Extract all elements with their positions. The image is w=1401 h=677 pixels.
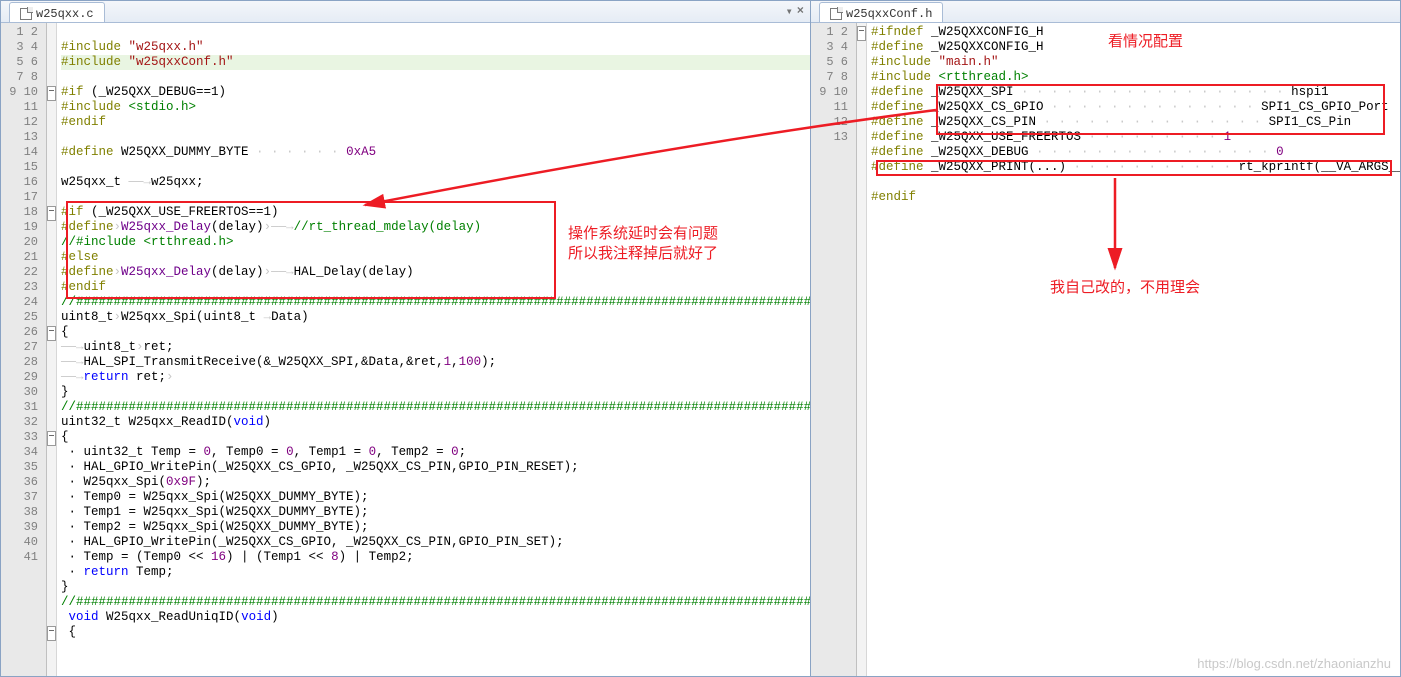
- code-line[interactable]: #include <rtthread.h>: [871, 70, 1400, 85]
- code-line[interactable]: ——→HAL_SPI_TransmitReceive(&_W25QXX_SPI,…: [61, 355, 810, 370]
- code-line[interactable]: #define _W25QXX_CS_PIN · · · · · · · · ·…: [871, 115, 1400, 130]
- editor-right[interactable]: 1 2 3 4 5 6 7 8 9 10 11 12 13 #ifndef _W…: [811, 23, 1400, 676]
- editor-pane-left: w25qxx.c ▾ × 1 2 3 4 5 6 7 8 9 10 11 12 …: [1, 1, 811, 676]
- code-line[interactable]: [871, 175, 1400, 190]
- code-line[interactable]: //######################################…: [61, 295, 810, 310]
- code-line[interactable]: #include "w25qxx.h": [61, 40, 810, 55]
- watermark: https://blog.csdn.net/zhaonianzhu: [1197, 656, 1391, 671]
- code-line[interactable]: ——→return ret;›: [61, 370, 810, 385]
- code-line[interactable]: //#include <rtthread.h>: [61, 235, 810, 250]
- code-line[interactable]: {: [61, 430, 810, 445]
- fold-column[interactable]: [47, 23, 57, 676]
- code-line[interactable]: void W25qxx_ReadUniqID(void): [61, 610, 810, 625]
- code-line[interactable]: #include <stdio.h>: [61, 100, 810, 115]
- code-line[interactable]: #else: [61, 250, 810, 265]
- code-line[interactable]: #define›W25qxx_Delay(delay)›——→HAL_Delay…: [61, 265, 810, 280]
- code-line[interactable]: · W25qxx_Spi(0x9F);: [61, 475, 810, 490]
- editor-left[interactable]: 1 2 3 4 5 6 7 8 9 10 11 12 13 14 15 16 1…: [1, 23, 810, 676]
- code-line[interactable]: · HAL_GPIO_WritePin(_W25QXX_CS_GPIO, _W2…: [61, 460, 810, 475]
- tab-w25qxx-c[interactable]: w25qxx.c: [9, 2, 105, 22]
- code-line[interactable]: {: [61, 625, 810, 640]
- code-line[interactable]: #endif: [61, 115, 810, 130]
- code-line[interactable]: #define _W25QXX_CS_GPIO · · · · · · · · …: [871, 100, 1400, 115]
- code-area[interactable]: #include "w25qxx.h"#include "w25qxxConf.…: [57, 23, 810, 676]
- tab-w25qxxconf-h[interactable]: w25qxxConf.h: [819, 2, 943, 22]
- code-line[interactable]: [61, 130, 810, 145]
- code-line[interactable]: uint8_t›W25qxx_Spi(uint8_t →Data): [61, 310, 810, 325]
- file-icon: [20, 8, 32, 20]
- tab-controls: ▾ ×: [786, 4, 804, 19]
- code-line[interactable]: #define _W25QXX_SPI · · · · · · · · · · …: [871, 85, 1400, 100]
- code-line[interactable]: · Temp2 = W25qxx_Spi(W25QXX_DUMMY_BYTE);: [61, 520, 810, 535]
- code-line[interactable]: }: [61, 580, 810, 595]
- code-line[interactable]: #endif: [871, 190, 1400, 205]
- code-line[interactable]: · HAL_GPIO_WritePin(_W25QXX_CS_GPIO, _W2…: [61, 535, 810, 550]
- tabbar-left: w25qxx.c ▾ ×: [1, 1, 810, 23]
- line-gutter: 1 2 3 4 5 6 7 8 9 10 11 12 13: [811, 23, 857, 676]
- code-line[interactable]: {: [61, 325, 810, 340]
- code-line[interactable]: · return Temp;: [61, 565, 810, 580]
- code-line[interactable]: · Temp = (Temp0 << 16) | (Temp1 << 8) | …: [61, 550, 810, 565]
- code-line[interactable]: uint32_t W25qxx_ReadID(void): [61, 415, 810, 430]
- code-line[interactable]: #define _W25QXXCONFIG_H: [871, 40, 1400, 55]
- code-line[interactable]: · uint32_t Temp = 0, Temp0 = 0, Temp1 = …: [61, 445, 810, 460]
- code-line[interactable]: #include "w25qxxConf.h": [61, 55, 810, 70]
- code-line[interactable]: //######################################…: [61, 400, 810, 415]
- line-gutter: 1 2 3 4 5 6 7 8 9 10 11 12 13 14 15 16 1…: [1, 23, 47, 676]
- code-line[interactable]: #if (_W25QXX_DEBUG==1): [61, 85, 810, 100]
- code-line[interactable]: //######################################…: [61, 595, 810, 610]
- code-line[interactable]: w25qxx_t ——→w25qxx;: [61, 175, 810, 190]
- code-line[interactable]: #ifndef _W25QXXCONFIG_H: [871, 25, 1400, 40]
- code-line[interactable]: [61, 190, 810, 205]
- code-line[interactable]: [61, 25, 810, 40]
- code-line[interactable]: · Temp1 = W25qxx_Spi(W25QXX_DUMMY_BYTE);: [61, 505, 810, 520]
- code-line[interactable]: #define _W25QXX_DEBUG · · · · · · · · · …: [871, 145, 1400, 160]
- code-line[interactable]: #if (_W25QXX_USE_FREERTOS==1): [61, 205, 810, 220]
- code-line[interactable]: [61, 160, 810, 175]
- code-line[interactable]: }: [61, 385, 810, 400]
- code-line[interactable]: [871, 205, 1400, 220]
- tabbar-right: w25qxxConf.h: [811, 1, 1400, 23]
- tab-label: w25qxx.c: [36, 7, 94, 21]
- code-line[interactable]: #include "main.h": [871, 55, 1400, 70]
- code-line[interactable]: #define W25QXX_DUMMY_BYTE · · · · · · 0x…: [61, 145, 810, 160]
- close-icon[interactable]: ×: [797, 4, 804, 19]
- tab-dropdown-icon[interactable]: ▾: [786, 4, 793, 19]
- file-icon: [830, 8, 842, 20]
- code-line[interactable]: #define _W25QXX_USE_FREERTOS · · · · · ·…: [871, 130, 1400, 145]
- code-line[interactable]: · Temp0 = W25qxx_Spi(W25QXX_DUMMY_BYTE);: [61, 490, 810, 505]
- code-line[interactable]: ——→uint8_t›ret;: [61, 340, 810, 355]
- tab-label: w25qxxConf.h: [846, 7, 932, 21]
- code-line[interactable]: [61, 70, 810, 85]
- code-area[interactable]: #ifndef _W25QXXCONFIG_H#define _W25QXXCO…: [867, 23, 1400, 676]
- code-line[interactable]: #define _W25QXX_PRINT(...) · · · · · · ·…: [871, 160, 1400, 175]
- fold-column[interactable]: [857, 23, 867, 676]
- code-line[interactable]: #define›W25qxx_Delay(delay)›——→//rt_thre…: [61, 220, 810, 235]
- editor-pane-right: w25qxxConf.h 1 2 3 4 5 6 7 8 9 10 11 12 …: [811, 1, 1400, 676]
- code-line[interactable]: #endif: [61, 280, 810, 295]
